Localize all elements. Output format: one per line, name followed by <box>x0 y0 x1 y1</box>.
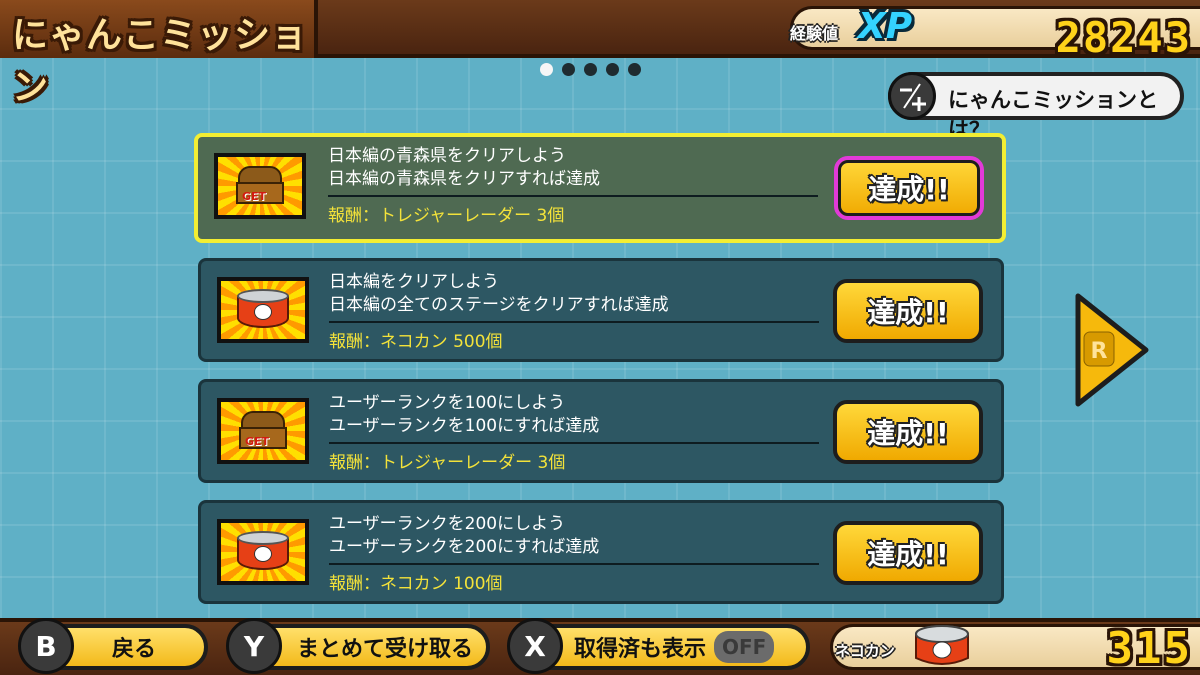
page-dot <box>606 63 619 76</box>
claim-button[interactable]: 達成!! <box>834 156 984 220</box>
mission-card[interactable]: GET 日本編の青森県をクリアしよう 日本編の青森県をクリアすれば達成 報酬：ト… <box>194 133 1006 243</box>
reward-thumbnail: GET <box>217 398 309 464</box>
claim-button[interactable]: 達成!! <box>833 400 983 464</box>
back-label: 戻る <box>111 637 156 662</box>
mission-reward: 報酬：ネコカン 100個 <box>329 574 503 594</box>
mission-title: 日本編をクリアしよう <box>329 272 499 292</box>
currency-label: ネコカン <box>835 642 895 660</box>
treasure-chest-icon: GET <box>237 409 289 453</box>
mission-card[interactable]: GET ユーザーランクを100にしよう ユーザーランクを100にすれば達成 報酬… <box>198 379 1004 483</box>
mission-title: ユーザーランクを200にしよう <box>329 514 566 534</box>
xp-bar: 28243 <box>790 6 1200 62</box>
show-claimed-label: 取得済も表示 <box>574 637 707 662</box>
mission-help-button[interactable]: にゃんこミッションとは？ <box>888 72 1184 142</box>
next-page-arrow[interactable]: R <box>1072 292 1152 408</box>
page-title: にゃんこミッション <box>12 15 309 108</box>
page-dot-active <box>540 63 553 76</box>
mission-description: 日本編の青森県をクリアすれば達成 <box>328 169 600 189</box>
reward-thumbnail: GET <box>214 153 306 219</box>
reward-thumbnail <box>217 277 309 343</box>
cat-food-can-icon <box>912 624 972 674</box>
divider <box>329 442 819 444</box>
currency-value: 315 <box>1106 623 1192 674</box>
b-key-icon: B <box>18 618 74 674</box>
mission-reward: 報酬：トレジャーレーダー 3個 <box>329 453 566 473</box>
mission-reward: 報酬：トレジャーレーダー 3個 <box>328 206 565 226</box>
collect-all-label: まとめて受け取る <box>296 637 473 662</box>
xp-value: 28243 <box>1055 13 1192 62</box>
claim-button[interactable]: 達成!! <box>833 279 983 343</box>
divider <box>329 563 819 565</box>
divider <box>328 195 818 197</box>
mission-title: ユーザーランクを100にしよう <box>329 393 566 413</box>
cat-food-can-icon <box>235 289 291 331</box>
show-claimed-toggle[interactable]: 取得済も表示 OFF <box>520 624 810 670</box>
minus-plus-icon <box>888 72 936 120</box>
x-key-icon: X <box>507 618 563 674</box>
mission-description: 日本編の全てのステージをクリアすれば達成 <box>329 295 669 315</box>
page-dot <box>562 63 575 76</box>
divider <box>329 321 819 323</box>
page-dot <box>628 63 641 76</box>
mission-title: 日本編の青森県をクリアしよう <box>328 146 566 166</box>
xp-small-label: 経験値 <box>790 24 839 43</box>
mission-reward: 報酬：ネコカン 500個 <box>329 332 503 352</box>
xp-label: XP <box>858 6 913 47</box>
mission-description: ユーザーランクを100にすれば達成 <box>329 416 600 436</box>
treasure-chest-icon: GET <box>234 164 286 208</box>
r-key-label: R <box>1091 339 1108 364</box>
page-indicator <box>540 63 641 76</box>
y-key-icon: Y <box>226 618 282 674</box>
reward-thumbnail <box>217 519 309 585</box>
page-dot <box>584 63 597 76</box>
title-plate: にゃんこミッション <box>0 0 318 108</box>
claim-button[interactable]: 達成!! <box>833 521 983 585</box>
cat-food-can-icon <box>235 531 291 573</box>
mission-card[interactable]: 日本編をクリアしよう 日本編の全てのステージをクリアすれば達成 報酬：ネコカン … <box>198 258 1004 362</box>
mission-description: ユーザーランクを200にすれば達成 <box>329 537 600 557</box>
toggle-state: OFF <box>714 631 775 663</box>
mission-card[interactable]: ユーザーランクを200にしよう ユーザーランクを200にすれば達成 報酬：ネコカ… <box>198 500 1004 604</box>
